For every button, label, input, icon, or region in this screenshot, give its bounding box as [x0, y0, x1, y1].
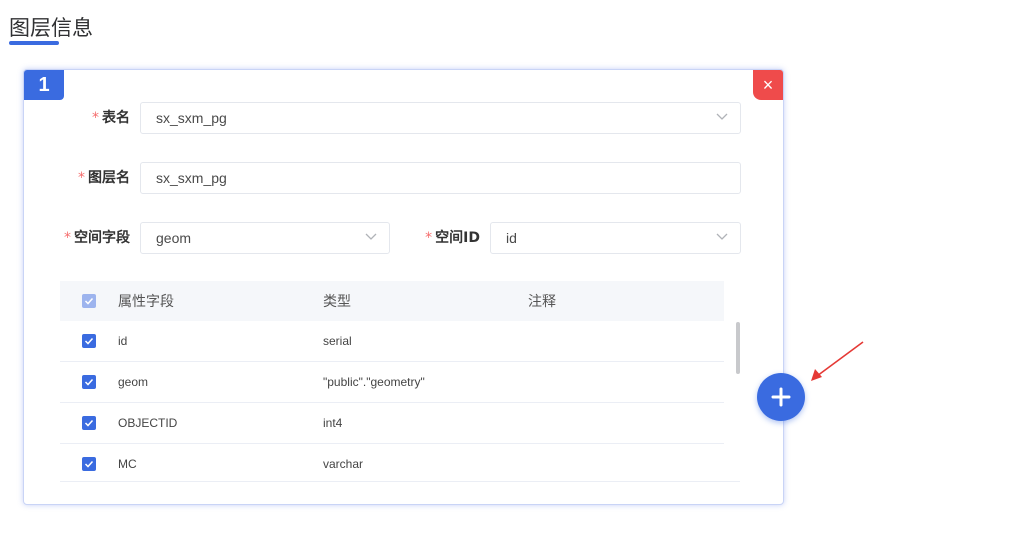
spatial-id-value: id [506, 230, 517, 246]
cell-field-name: id [118, 334, 128, 348]
cell-field-name: MC [118, 457, 137, 471]
spatial-field-select[interactable]: geom [140, 222, 390, 254]
layer-name-label: * 图层名 [54, 162, 130, 194]
required-mark: * [92, 110, 99, 126]
row-checkbox[interactable] [82, 375, 96, 389]
table-scrollbar[interactable] [736, 322, 740, 374]
add-layer-button[interactable] [757, 373, 805, 421]
table-bottom-border [60, 481, 740, 482]
header-note: 注释 [528, 294, 556, 310]
layer-name-value: sx_sxm_pg [156, 170, 227, 186]
header-type: 类型 [323, 294, 351, 310]
spatial-id-label-text: 空间ID [435, 230, 480, 246]
spatial-field-value: geom [156, 230, 192, 246]
table-name-value: sx_sxm_pg [156, 110, 227, 126]
check-icon [84, 337, 94, 345]
annotation-arrow-icon [811, 341, 864, 381]
cell-type: "public"."geometry" [323, 375, 425, 389]
cell-type: int4 [323, 416, 343, 430]
check-icon [84, 419, 94, 427]
spatial-id-select[interactable]: id [490, 222, 741, 254]
row-checkbox[interactable] [82, 334, 96, 348]
cell-field-name: geom [118, 375, 149, 389]
required-mark: * [64, 230, 71, 246]
table-header: 属性字段 类型 注释 [60, 281, 724, 321]
title-underline [9, 41, 59, 45]
plus-icon [771, 387, 791, 407]
table-name-select[interactable]: sx_sxm_pg [140, 102, 741, 134]
close-icon: × [762, 74, 774, 95]
row-checkbox[interactable] [82, 416, 96, 430]
close-button[interactable]: × [753, 70, 783, 100]
layer-card: 1 × * 表名 sx_sxm_pg * 图层名 sx_sxm_pg * 空间字段 g… [23, 69, 784, 505]
table-name-label-text: 表名 [102, 110, 130, 126]
page-title: 图层信息 [9, 16, 93, 40]
table-row: OBJECTID int4 [60, 403, 724, 444]
cell-type: serial [323, 334, 352, 348]
table-row: MC varchar [60, 444, 724, 484]
cell-field-name: OBJECTID [118, 416, 178, 430]
card-index-badge: 1 [24, 70, 64, 100]
chevron-down-icon [716, 233, 728, 240]
table-name-label: * 表名 [64, 102, 130, 134]
cell-type: varchar [323, 457, 364, 471]
layer-name-label-text: 图层名 [88, 170, 130, 186]
spatial-field-label-text: 空间字段 [74, 230, 130, 246]
attribute-table: 属性字段 类型 注释 id serial geom "public"."geom… [60, 281, 724, 484]
header-attribute-field: 属性字段 [118, 294, 174, 310]
table-row: id serial [60, 321, 724, 362]
check-icon [84, 378, 94, 386]
layer-name-input[interactable]: sx_sxm_pg [140, 162, 741, 194]
select-all-checkbox[interactable] [82, 294, 96, 308]
check-icon [84, 297, 94, 305]
spatial-id-label: * 空间ID [404, 222, 480, 254]
chevron-down-icon [716, 113, 728, 120]
row-checkbox[interactable] [82, 457, 96, 471]
check-icon [84, 460, 94, 468]
required-mark: * [425, 230, 433, 246]
chevron-down-icon [365, 233, 377, 240]
spatial-field-label: * 空间字段 [44, 222, 130, 254]
table-row: geom "public"."geometry" [60, 362, 724, 403]
required-mark: * [78, 170, 85, 186]
